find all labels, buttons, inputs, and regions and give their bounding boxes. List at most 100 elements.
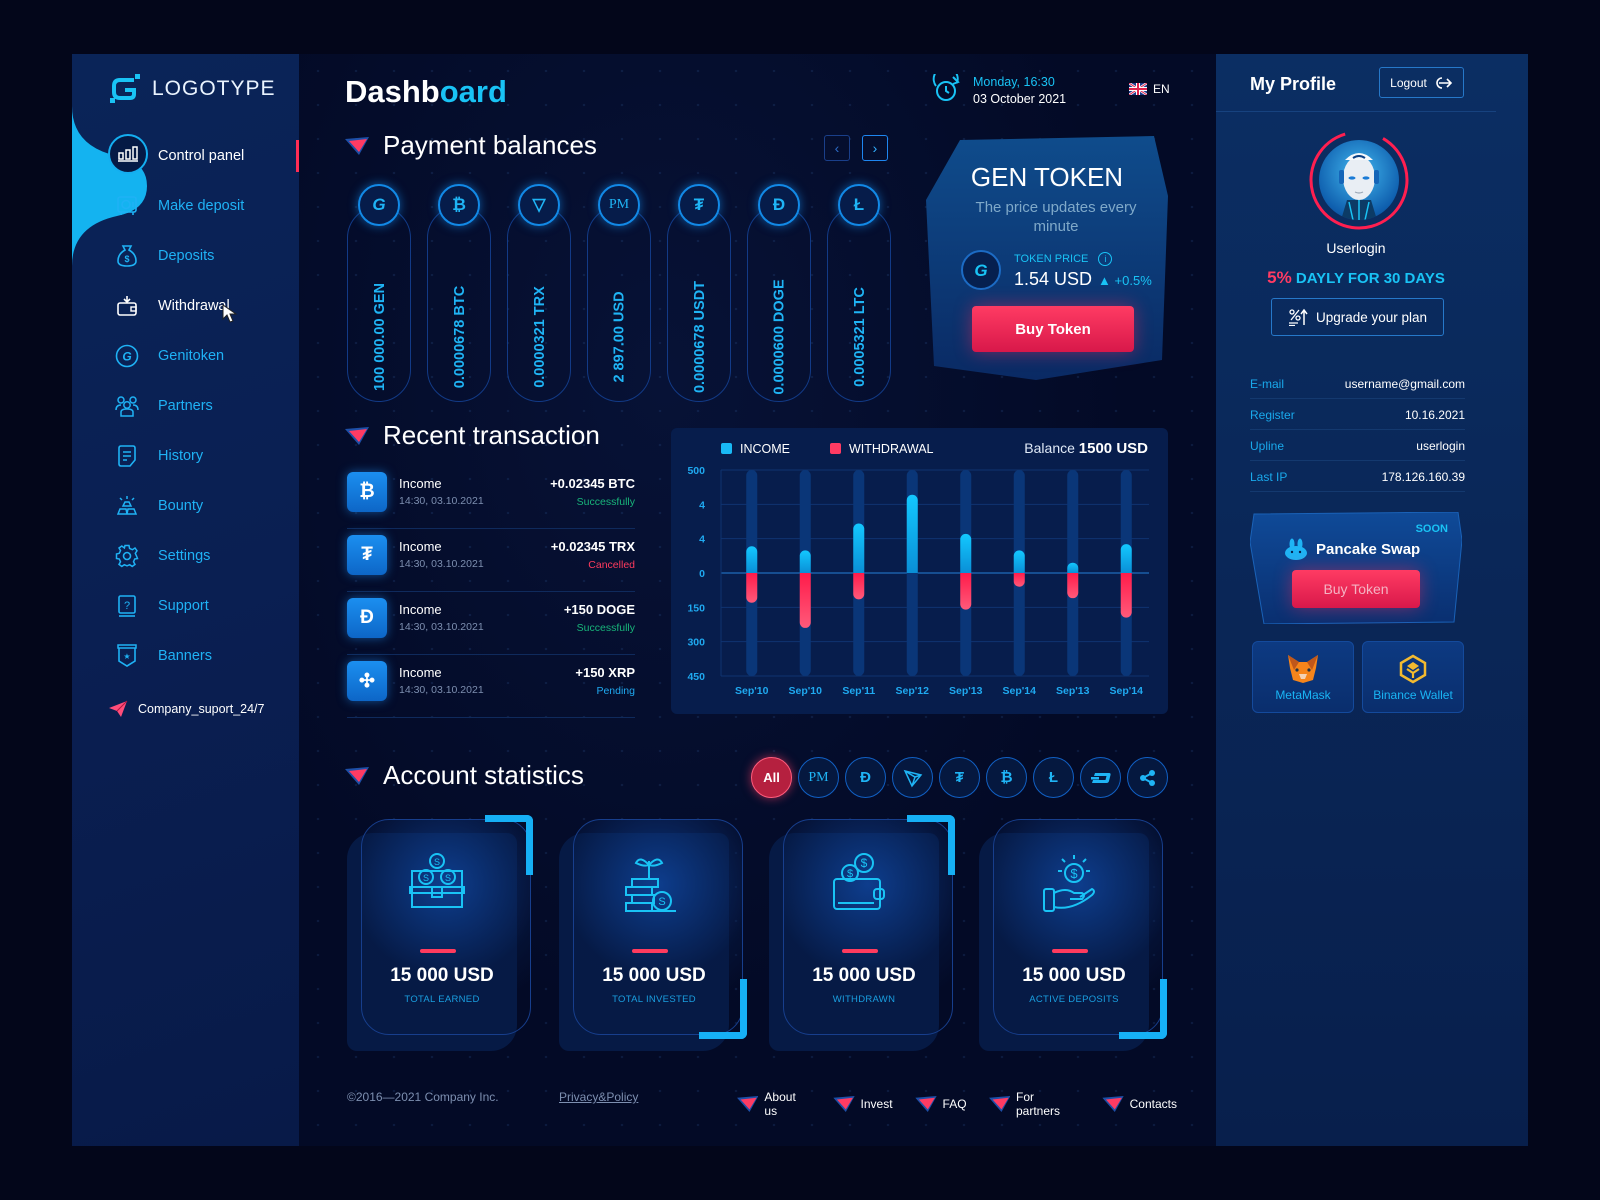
transaction-status: Successfully bbox=[576, 622, 635, 634]
footer-link-faq[interactable]: FAQ bbox=[914, 1090, 967, 1118]
balance-card-btc[interactable]: 0.0000678 BTC bbox=[427, 206, 491, 402]
footer-link-about-us[interactable]: About us bbox=[737, 1090, 811, 1118]
income-withdrawal-chart: INCOME WITHDRAWAL Balance 1500 USD 500 4 4… bbox=[671, 428, 1168, 714]
stat-card-total-earned[interactable]: S S S 15 000 USD TOTAL EARNED bbox=[347, 815, 537, 1051]
sidebar-item-genitoken[interactable]: G Genitoken bbox=[114, 336, 224, 376]
transaction-time: 14:30, 03.10.2021 bbox=[399, 621, 484, 633]
transaction-row[interactable]: ₮ Income 14:30, 03.10.2021 +0.02345 TRX Canc… bbox=[347, 529, 635, 592]
pancake-bunny-icon bbox=[1285, 538, 1307, 560]
filter-usdt[interactable]: ₮ bbox=[939, 757, 980, 798]
sidebar-item-label: Make deposit bbox=[158, 198, 245, 214]
balance-card-doge[interactable]: 0.0000600 DOGE bbox=[747, 206, 811, 402]
transaction-row[interactable]: ₿ Income 14:30, 03.10.2021 +0.02345 BTC Succ… bbox=[347, 466, 635, 529]
withdrawal-bar[interactable] bbox=[1120, 573, 1132, 618]
income-bar[interactable] bbox=[1120, 544, 1132, 573]
language-selector[interactable]: EN bbox=[1129, 82, 1170, 96]
filter-doge[interactable]: Ð bbox=[845, 757, 886, 798]
y-tick-label: 4 bbox=[699, 499, 705, 511]
corner-accent bbox=[699, 979, 747, 1039]
footer-link-contacts[interactable]: Contacts bbox=[1101, 1090, 1177, 1118]
profile-panel: My Profile Logout Userlogin 5% DAYLY FOR… bbox=[1216, 54, 1528, 1146]
filter-pm[interactable]: PM bbox=[798, 757, 839, 798]
balance-card-pm[interactable]: 2 897.00 USD bbox=[587, 206, 651, 402]
filter-dash[interactable] bbox=[1080, 757, 1121, 798]
clock-refresh-icon bbox=[932, 74, 960, 101]
sidebar-item-bounty[interactable]: Bounty bbox=[114, 486, 203, 526]
y-tick-label: 450 bbox=[687, 671, 705, 683]
income-bar[interactable] bbox=[799, 550, 811, 573]
stat-card-active-deposits[interactable]: $15 000 USD ACTIVE DEPOSITS bbox=[979, 819, 1169, 1051]
x-tick-label: Sep'12 bbox=[896, 685, 930, 697]
percent-up-icon bbox=[1288, 308, 1308, 326]
sidebar-item-settings[interactable]: Settings bbox=[114, 536, 210, 576]
sidebar-item-banners[interactable]: ★ Banners bbox=[114, 636, 212, 676]
balance-card-ltc[interactable]: 0.0005321 LTC bbox=[827, 206, 891, 402]
robot-avatar-icon bbox=[1339, 153, 1379, 220]
current-day-time: Monday, 16:30 bbox=[973, 74, 1055, 89]
footer-link-invest[interactable]: Invest bbox=[832, 1090, 893, 1118]
app-frame: LOGOTYPE Control panel Make deposit $ De… bbox=[72, 54, 1528, 1146]
withdrawal-bar[interactable] bbox=[1013, 573, 1025, 587]
logout-button[interactable]: Logout bbox=[1379, 67, 1464, 98]
transaction-row[interactable]: ✣ Income 14:30, 03.10.2021 +150 XRP Pending bbox=[347, 655, 635, 718]
income-bar[interactable] bbox=[960, 533, 972, 573]
balance-value: 0.0005321 LTC bbox=[852, 287, 868, 387]
pancake-buy-token-button[interactable]: Buy Token bbox=[1292, 570, 1420, 608]
footer-link-for-partners[interactable]: For partners bbox=[988, 1090, 1080, 1118]
sidebar-item-partners[interactable]: Partners bbox=[114, 386, 213, 426]
income-bar[interactable] bbox=[853, 523, 865, 573]
balance-card-usdt[interactable]: 0.0000678 USDT bbox=[667, 206, 731, 402]
stat-label: TOTAL INVESTED bbox=[612, 994, 696, 1005]
withdrawal-bar[interactable] bbox=[960, 573, 972, 610]
withdrawal-bar[interactable] bbox=[1067, 573, 1079, 599]
x-tick-label: Sep'14 bbox=[1003, 685, 1037, 697]
stat-card-total-invested[interactable]: S 15 000 USD TOTAL INVESTED bbox=[559, 819, 749, 1051]
sidebar-item-support[interactable]: ? Support bbox=[114, 586, 209, 626]
prev-button[interactable]: ‹ bbox=[824, 135, 850, 161]
balance-card-gen[interactable]: 100 000.00 GEN bbox=[347, 206, 411, 402]
transaction-time: 14:30, 03.10.2021 bbox=[399, 495, 484, 507]
transaction-type: Income bbox=[399, 539, 442, 554]
gear-icon bbox=[114, 543, 140, 569]
next-button[interactable]: › bbox=[862, 135, 888, 161]
info-icon[interactable]: i bbox=[1098, 252, 1113, 266]
info-key: Upline bbox=[1250, 439, 1285, 453]
page-title: Dashboard bbox=[345, 74, 507, 109]
support-chat-link[interactable]: Company_suport_24/7 bbox=[108, 700, 264, 718]
gen-token-icon: G bbox=[114, 343, 140, 369]
filter-btc[interactable]: ₿ bbox=[986, 757, 1027, 798]
sidebar-item-withdrawal[interactable]: Withdrawal bbox=[114, 286, 238, 326]
sidebar-item-label: Deposits bbox=[158, 248, 215, 264]
binance-wallet[interactable]: Binance Wallet bbox=[1362, 641, 1464, 713]
svg-text:?: ? bbox=[124, 600, 130, 612]
filter-trx[interactable] bbox=[892, 757, 933, 798]
withdrawal-bar[interactable] bbox=[799, 573, 811, 628]
transaction-row[interactable]: Ð Income 14:30, 03.10.2021 +150 DOGE Success… bbox=[347, 592, 635, 655]
balance-card-trx[interactable]: 0.0000321 TRX bbox=[507, 206, 571, 402]
svg-text:$: $ bbox=[861, 856, 868, 870]
logo[interactable]: LOGOTYPE bbox=[108, 74, 276, 104]
username: Userlogin bbox=[1326, 240, 1386, 256]
info-key: E-mail bbox=[1250, 377, 1285, 391]
avatar[interactable] bbox=[1307, 128, 1411, 232]
withdrawal-bar[interactable] bbox=[853, 573, 865, 600]
sidebar-item-deposits[interactable]: $ Deposits bbox=[114, 236, 214, 276]
section-title-payment-balances: Payment balances bbox=[345, 130, 597, 161]
sidebar-item-make-deposit[interactable]: Make deposit bbox=[114, 186, 244, 226]
upgrade-plan-button[interactable]: Upgrade your plan bbox=[1271, 298, 1444, 336]
sidebar-item-history[interactable]: History bbox=[114, 436, 203, 476]
transaction-type: Income bbox=[399, 665, 442, 680]
metamask-wallet[interactable]: MetaMask bbox=[1252, 641, 1354, 713]
income-bar[interactable] bbox=[746, 546, 758, 573]
income-bar[interactable] bbox=[906, 494, 918, 573]
sidebar-item-control-panel[interactable]: Control panel bbox=[114, 136, 244, 176]
filter-all[interactable]: All bbox=[751, 757, 792, 798]
stat-card-withdrawn[interactable]: $ $15 000 USD WITHDRAWN bbox=[769, 815, 959, 1051]
privacy-policy-link[interactable]: Privacy&Policy bbox=[559, 1090, 638, 1104]
token-price: 1.54 USD bbox=[1014, 269, 1093, 289]
withdrawal-bar[interactable] bbox=[746, 573, 758, 603]
buy-token-button[interactable]: Buy Token bbox=[972, 306, 1134, 352]
filter-ltc[interactable]: Ł bbox=[1033, 757, 1074, 798]
income-bar[interactable] bbox=[1013, 550, 1025, 573]
filter-xrp[interactable] bbox=[1127, 757, 1168, 798]
